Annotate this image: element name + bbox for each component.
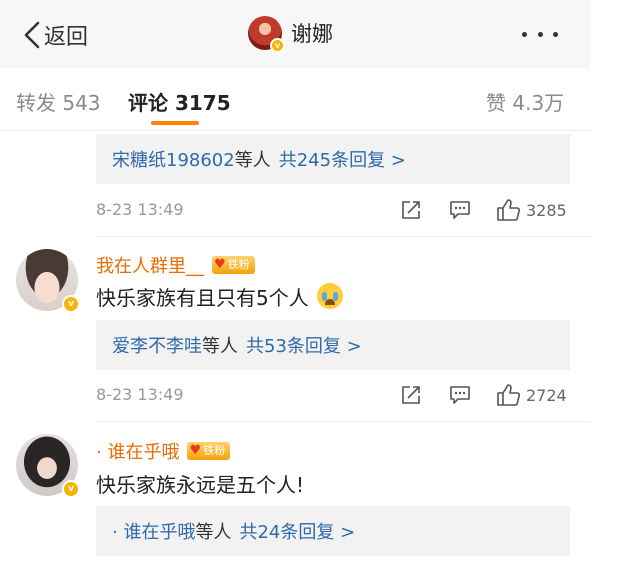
avatar[interactable]: v (248, 16, 285, 53)
reply-summary[interactable]: 宋糖纸198602 等人 共245条回复 > (96, 134, 570, 184)
reply-names[interactable]: 宋糖纸198602 (112, 146, 235, 172)
comment-username[interactable]: 我在人群里__ ♥ 铁粉 (96, 252, 255, 278)
reply-summary[interactable]: · 谁在乎哦 等人 共24条回复 > (96, 506, 570, 556)
active-tab-indicator (151, 121, 199, 125)
page-title-group[interactable]: v 谢娜 (248, 16, 333, 53)
divider (96, 236, 590, 237)
verified-badge-icon: v (62, 295, 80, 313)
like-button[interactable]: 2724 (496, 381, 567, 409)
more-button[interactable] (522, 24, 558, 44)
verified-badge-icon: v (270, 38, 285, 53)
comment-button[interactable] (448, 196, 472, 224)
tab-bar: 转发 543 评论 3175 赞 4.3万 (0, 68, 590, 131)
like-count: 3285 (526, 200, 567, 220)
reply-names[interactable]: · 谁在乎哦 (112, 518, 195, 544)
avatar[interactable]: v (16, 249, 80, 313)
username-label: · 谁在乎哦 (96, 442, 180, 463)
more-horizontal-icon (522, 31, 527, 37)
weibo-comments-screen: 返回 v 谢娜 转发 543 评论 3175 赞 4.3万 宋糖纸198602 等… (0, 0, 590, 564)
chevron-left-icon (22, 20, 42, 50)
back-label: 返回 (44, 25, 89, 50)
comment-time: 8-23 13:49 (96, 385, 184, 404)
fan-badge-label: 铁粉 (203, 444, 226, 457)
comment-username[interactable]: · 谁在乎哦 ♥ 铁粉 (96, 438, 231, 464)
avatar[interactable]: v (16, 434, 80, 498)
fan-badge: ♥ 铁粉 (187, 442, 231, 460)
like-count: 2724 (526, 385, 567, 405)
comment-body: 快乐家族有且只有5个人 (96, 285, 309, 310)
reply-suffix: 等人 (202, 336, 238, 357)
repost-button[interactable] (400, 196, 422, 224)
reply-suffix: 等人 (195, 522, 232, 543)
share-icon (402, 201, 420, 219)
comment-text: 快乐家族永远是五个人! (96, 468, 304, 498)
tab-likes[interactable]: 赞 4.3万 (486, 87, 564, 116)
reply-suffix: 等人 (234, 150, 271, 171)
comment-text: 快乐家族有且只有5个人 (96, 281, 343, 311)
thumbs-up-icon (497, 384, 521, 406)
reply-count-link[interactable]: 共53条回复 > (246, 332, 362, 358)
like-button[interactable]: 3285 (496, 196, 567, 224)
comment-icon (450, 386, 470, 404)
back-button[interactable]: 返回 (22, 18, 88, 52)
fan-badge-label: 铁粉 (227, 258, 250, 271)
reply-summary[interactable]: 爱李不李哇 等人 共53条回复 > (96, 320, 570, 370)
share-icon (402, 386, 420, 404)
thumbs-up-icon (497, 199, 521, 221)
comment-body: 快乐家族永远是五个人! (96, 472, 305, 497)
repost-button[interactable] (400, 381, 422, 409)
heart-icon: ♥ (214, 257, 226, 272)
reply-count-link[interactable]: 共245条回复 > (279, 146, 406, 172)
top-nav-bar: 返回 v 谢娜 (0, 0, 590, 68)
comment-meta: 8-23 13:49 3285 (96, 196, 570, 224)
comment-icon (450, 201, 470, 219)
comment-button[interactable] (448, 381, 472, 409)
username-label: 我在人群里__ (96, 256, 204, 277)
fan-badge: ♥ 铁粉 (212, 256, 255, 274)
more-dot (553, 31, 558, 37)
page-title: 谢娜 (291, 22, 333, 46)
verified-badge-icon: v (62, 480, 80, 498)
tab-comments[interactable]: 评论 3175 (128, 87, 231, 116)
tab-repost[interactable]: 转发 543 (16, 87, 101, 116)
heart-icon: ♥ (189, 443, 202, 458)
crying-face-emoji-icon (316, 283, 343, 309)
reply-count-link[interactable]: 共24条回复 > (239, 518, 355, 544)
comment-meta: 8-23 13:49 2724 (96, 381, 570, 409)
divider (96, 421, 590, 422)
more-dot (537, 31, 543, 37)
comment-time: 8-23 13:49 (96, 200, 184, 219)
reply-names[interactable]: 爱李不李哇 (112, 332, 202, 358)
